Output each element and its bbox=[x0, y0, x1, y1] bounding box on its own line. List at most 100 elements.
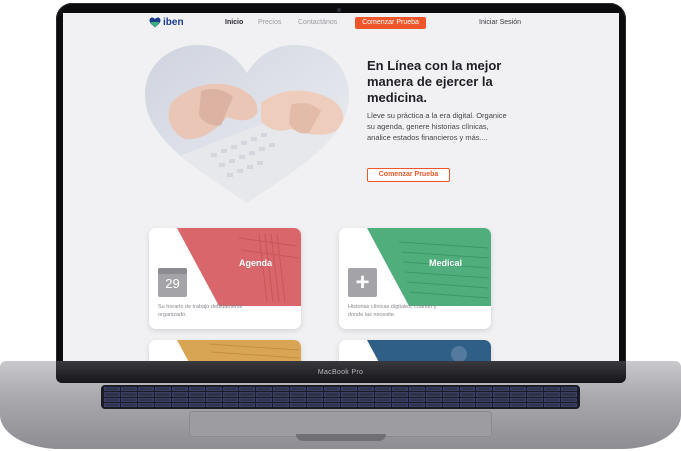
keyboard-key bbox=[273, 392, 290, 397]
camera-icon bbox=[337, 8, 341, 12]
keyboard-key bbox=[104, 397, 120, 402]
keyboard-key bbox=[273, 402, 290, 407]
keyboard-key bbox=[408, 397, 425, 402]
card-description: Historias clínicas digitales, cuando y d… bbox=[348, 304, 437, 318]
keyboard-key bbox=[205, 387, 222, 392]
device-brand-label: MacBook Pro bbox=[317, 369, 364, 376]
keyboard-key bbox=[527, 392, 544, 397]
keyboard-key bbox=[137, 397, 154, 402]
keyboard-key bbox=[171, 397, 188, 402]
card-3-image bbox=[177, 340, 301, 361]
keyboard-key bbox=[239, 392, 256, 397]
plus-icon: + bbox=[348, 268, 377, 297]
feature-card-agenda[interactable]: Agenda 29 Su horario de trabajo debidame… bbox=[149, 228, 301, 329]
hero-description: Lleve su práctica a la era digital. Orga… bbox=[367, 111, 507, 142]
keyboard-key bbox=[256, 392, 273, 397]
keyboard-key bbox=[290, 397, 307, 402]
keyboard-key bbox=[171, 392, 188, 397]
keyboard-key bbox=[476, 392, 493, 397]
keyboard-key bbox=[442, 397, 459, 402]
keyboard-key bbox=[137, 392, 154, 397]
keyboard-key bbox=[205, 392, 222, 397]
keyboard-key bbox=[425, 387, 442, 392]
screen: iben Inicio Precios Contactános Comenzar… bbox=[63, 13, 619, 361]
keyboard-key bbox=[425, 392, 442, 397]
calendar-day: 29 bbox=[165, 276, 180, 291]
calendar-icon: 29 bbox=[158, 268, 187, 297]
logo[interactable]: iben bbox=[149, 17, 184, 28]
keyboard-key bbox=[459, 392, 476, 397]
nav-start-trial-button[interactable]: Comenzar Prueba bbox=[355, 17, 426, 29]
login-link[interactable]: Iniciar Sesión bbox=[479, 19, 521, 26]
nav-link-precios[interactable]: Precios bbox=[258, 19, 281, 26]
keyboard-key bbox=[256, 402, 273, 407]
keyboard-key bbox=[425, 402, 442, 407]
keyboard-key bbox=[307, 392, 324, 397]
keyboard-key bbox=[324, 397, 340, 402]
keyboard-key bbox=[104, 392, 120, 397]
keyboard-key bbox=[171, 402, 188, 407]
keyboard-key bbox=[374, 402, 391, 407]
keyboard-key bbox=[324, 387, 340, 392]
keyboard-key bbox=[120, 402, 137, 407]
keyboard-key bbox=[137, 402, 154, 407]
keyboard-key bbox=[544, 402, 561, 407]
hero-image bbox=[145, 45, 349, 203]
card-title: Agenda bbox=[239, 258, 273, 268]
nav-link-contactanos[interactable]: Contactános bbox=[298, 19, 337, 26]
keyboard-key bbox=[527, 387, 544, 392]
hero-title: En Línea con la mejor manera de ejercer … bbox=[367, 58, 502, 105]
keyboard-key bbox=[120, 397, 137, 402]
keyboard-key bbox=[307, 397, 324, 402]
keyboard-key bbox=[324, 402, 340, 407]
laptop-notch bbox=[296, 434, 386, 441]
keyboard-key bbox=[239, 402, 256, 407]
keyboard-key bbox=[561, 402, 577, 407]
keyboard-key bbox=[374, 387, 391, 392]
keyboard-key bbox=[290, 392, 307, 397]
keyboard-key bbox=[425, 397, 442, 402]
keyboard-key bbox=[256, 387, 273, 392]
keyboard-key bbox=[104, 387, 120, 392]
keyboard-key bbox=[188, 392, 205, 397]
keyboard-key bbox=[459, 397, 476, 402]
keyboard-key bbox=[408, 402, 425, 407]
keyboard-key bbox=[544, 387, 561, 392]
keyboard-key bbox=[476, 402, 493, 407]
hero-start-trial-button[interactable]: Comenzar Prueba bbox=[367, 168, 450, 182]
keyboard-key bbox=[154, 392, 171, 397]
keyboard-key bbox=[510, 397, 527, 402]
keyboard-key bbox=[442, 402, 459, 407]
keyboard-key bbox=[442, 387, 459, 392]
keyboard-key bbox=[188, 402, 205, 407]
keyboard-key bbox=[357, 402, 374, 407]
keyboard-key bbox=[493, 387, 510, 392]
keyboard-key bbox=[222, 397, 239, 402]
keyboard-key bbox=[341, 397, 357, 402]
keyboard-key bbox=[222, 387, 239, 392]
keyboard-key bbox=[561, 392, 577, 397]
keyboard-key bbox=[357, 397, 374, 402]
keyboard-key bbox=[205, 402, 222, 407]
feature-card-medical[interactable]: Medical + Historias clínicas digitales, … bbox=[339, 228, 491, 329]
nav-link-inicio[interactable]: Inicio bbox=[225, 19, 243, 26]
keyboard-key bbox=[357, 392, 374, 397]
keyboard-key bbox=[307, 387, 324, 392]
keyboard-key bbox=[290, 387, 307, 392]
heart-logo-icon bbox=[149, 17, 161, 28]
feature-card-3[interactable] bbox=[149, 340, 301, 361]
keyboard-key bbox=[222, 392, 239, 397]
keyboard-key bbox=[374, 397, 391, 402]
keyboard-key bbox=[510, 392, 527, 397]
keyboard-key bbox=[442, 392, 459, 397]
keyboard-key bbox=[544, 397, 561, 402]
keyboard-key bbox=[510, 402, 527, 407]
keyboard-key bbox=[239, 387, 256, 392]
keyboard-key bbox=[341, 387, 357, 392]
keyboard-key bbox=[476, 387, 493, 392]
keyboard-key bbox=[222, 402, 239, 407]
keyboard bbox=[101, 385, 580, 409]
card-title: Medical bbox=[429, 258, 463, 268]
feature-card-4[interactable] bbox=[339, 340, 491, 361]
keyboard-key bbox=[188, 397, 205, 402]
